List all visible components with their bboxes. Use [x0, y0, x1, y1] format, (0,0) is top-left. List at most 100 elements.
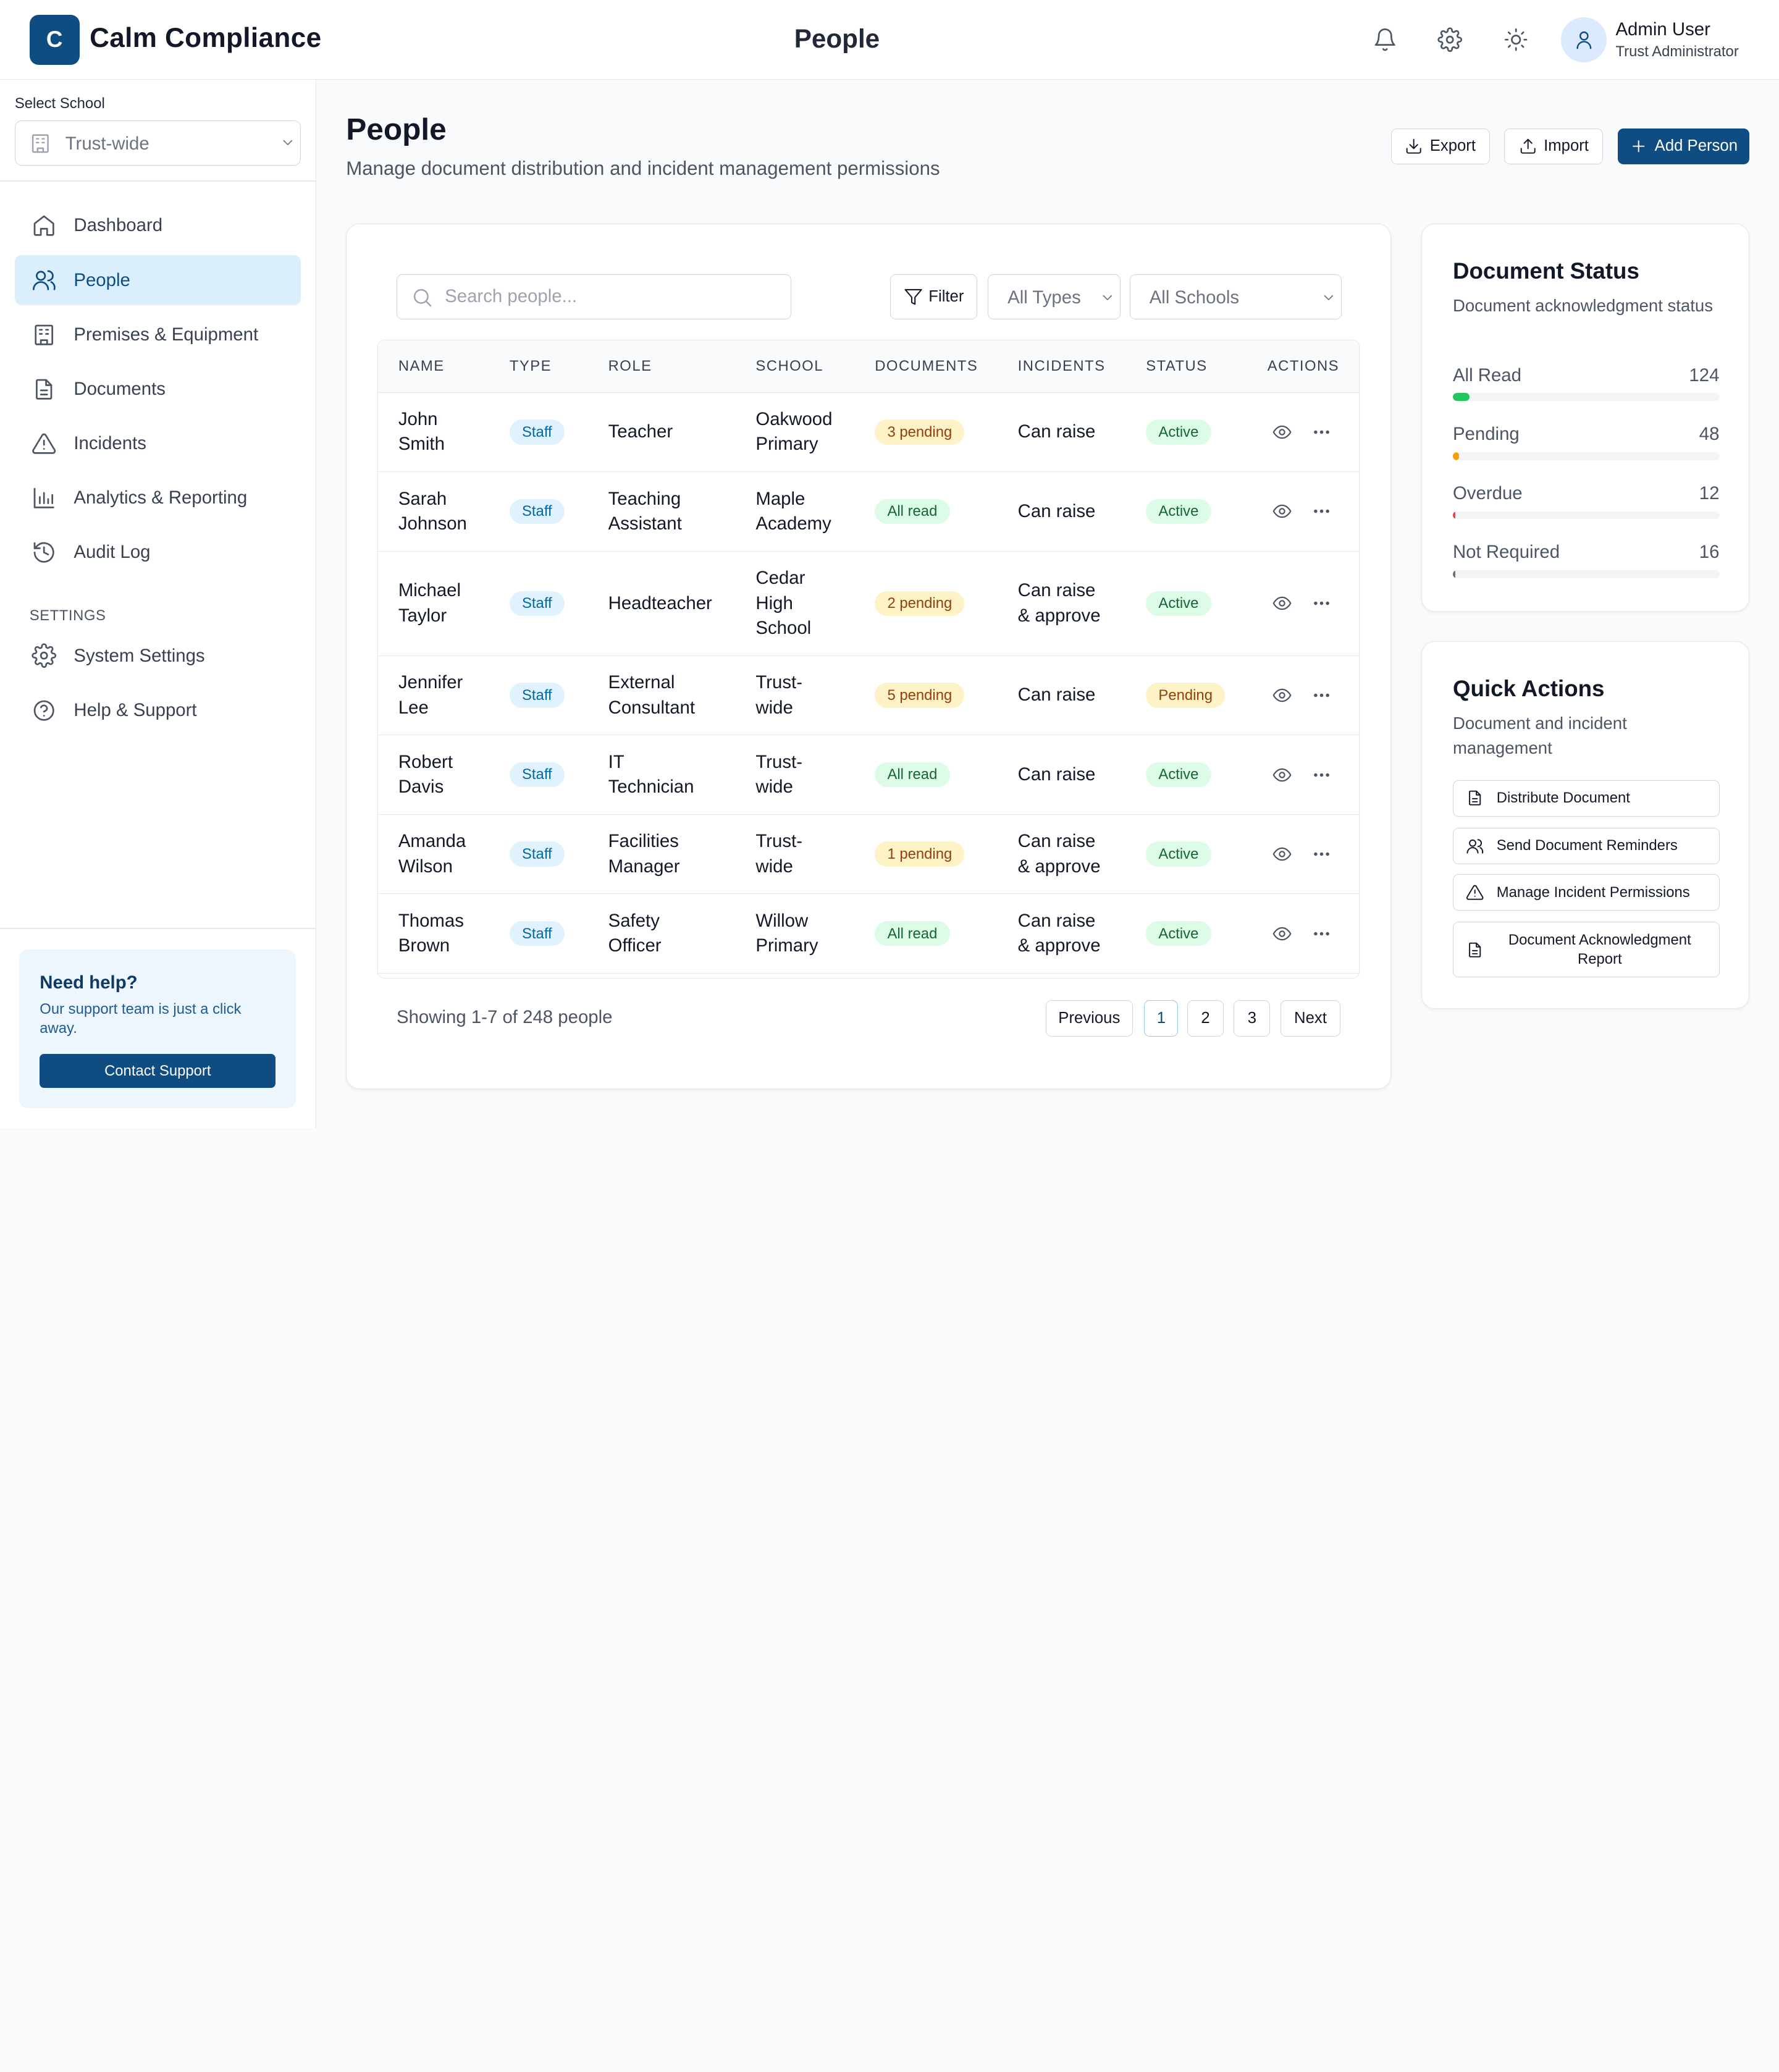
incident-permission: Can raise	[1018, 656, 1096, 735]
quick-actions-subtitle: Document and incident management	[1452, 713, 1627, 758]
type-filter-value: All Types	[1007, 287, 1081, 308]
gear-icon[interactable]	[1435, 25, 1465, 54]
incident-permission: Can raise	[1018, 735, 1096, 814]
eye-icon[interactable]	[1272, 735, 1292, 814]
more-options-icon[interactable]	[1311, 393, 1332, 472]
more-options-icon[interactable]	[1311, 472, 1332, 551]
page-2-button[interactable]: 2	[1187, 1000, 1224, 1037]
person-name-line: Amanda	[398, 831, 466, 852]
eye-icon[interactable]	[1272, 393, 1292, 472]
status-badge-cell: Active	[1146, 552, 1211, 655]
incident-permission-line: & approve	[1017, 605, 1101, 626]
type-badge: Staff	[509, 921, 565, 946]
table-row[interactable]: John Smith Staff Teacher Oakwood Primary 3 pen…	[377, 393, 1360, 473]
sidebar-item-system-settings[interactable]: System Settings	[15, 631, 301, 681]
type-badge: Staff	[509, 591, 565, 616]
sidebar-item-audit-log[interactable]: Audit Log	[15, 528, 301, 578]
table-row[interactable]: Jennifer Lee Staff External Consultant Trust-…	[377, 656, 1360, 736]
person-role-line: Teaching	[608, 488, 681, 509]
sidebar-item-people[interactable]: People	[14, 255, 301, 306]
column-header-school[interactable]: SCHOOL	[755, 340, 823, 392]
document-icon	[1453, 789, 1497, 807]
user-name[interactable]: Admin User	[1615, 19, 1710, 40]
column-header-incidents[interactable]: INCIDENTS	[1018, 340, 1106, 392]
eye-icon[interactable]	[1272, 656, 1292, 735]
manage-incident-permissions-button[interactable]: Manage Incident Permissions	[1452, 874, 1720, 911]
distribute-document-button[interactable]: Distribute Document	[1452, 780, 1720, 817]
column-header-role[interactable]: ROLE	[608, 340, 652, 392]
sidebar-item-label: Dashboard	[74, 215, 163, 236]
quick-actions-card: Quick Actions Document and incident mana…	[1421, 641, 1750, 1009]
column-header-name[interactable]: NAME	[398, 340, 445, 392]
previous-page-button[interactable]: Previous	[1045, 1000, 1133, 1037]
filter-icon	[904, 288, 922, 305]
progress-fill	[1452, 570, 1455, 578]
contact-support-button[interactable]: Contact Support	[40, 1054, 276, 1089]
person-name: Thomas Brown	[398, 894, 464, 973]
person-role-line: Safety	[608, 910, 660, 931]
add-person-button[interactable]: Add Person	[1618, 128, 1750, 165]
person-school-line: Oakwood	[755, 409, 833, 430]
export-button[interactable]: Export	[1390, 128, 1490, 165]
import-button[interactable]: Import	[1504, 128, 1604, 165]
more-options-icon[interactable]	[1311, 815, 1332, 894]
table-row[interactable]: Sarah Johnson Staff Teaching Assistant Maple A…	[377, 472, 1360, 552]
person-role: Teaching Assistant	[608, 472, 682, 551]
person-school-line: wide	[755, 777, 793, 798]
sidebar-item-premises[interactable]: Premises & Equipment	[15, 310, 301, 360]
sidebar-item-incidents[interactable]: Incidents	[15, 419, 301, 469]
bell-icon[interactable]	[1371, 25, 1400, 54]
send-reminders-button[interactable]: Send Document Reminders	[1452, 827, 1720, 864]
type-badge-cell: Staff	[509, 552, 565, 655]
chevron-down-icon	[280, 135, 296, 156]
filter-button[interactable]: Filter	[890, 274, 978, 320]
more-options-icon[interactable]	[1311, 656, 1332, 735]
more-options-icon[interactable]	[1311, 735, 1332, 814]
page-3-button[interactable]: 3	[1234, 1000, 1271, 1037]
type-badge-cell: Staff	[509, 735, 565, 814]
column-header-type[interactable]: TYPE	[510, 340, 552, 392]
search-input[interactable]	[445, 284, 774, 309]
next-page-button[interactable]: Next	[1280, 1000, 1341, 1037]
documents-badge: 5 pending	[875, 683, 965, 708]
school-filter-select[interactable]: All Schools	[1129, 274, 1342, 320]
eye-icon[interactable]	[1272, 894, 1292, 973]
type-badge-cell: Staff	[509, 894, 565, 973]
sidebar-item-analytics[interactable]: Analytics & Reporting	[15, 473, 301, 523]
table-row[interactable]: Thomas Brown Staff Safety Officer Willow Prima…	[377, 894, 1360, 974]
sidebar-item-dashboard[interactable]: Dashboard	[15, 201, 301, 251]
sidebar-item-help-support[interactable]: Help & Support	[15, 685, 301, 735]
sidebar-item-documents[interactable]: Documents	[15, 364, 301, 415]
more-options-icon[interactable]	[1311, 552, 1332, 655]
column-header-status[interactable]: STATUS	[1146, 340, 1207, 392]
incident-permission-line: & approve	[1017, 856, 1101, 877]
acknowledgment-report-button[interactable]: Document Acknowledgment Report	[1452, 922, 1720, 978]
person-name: Michael Taylor	[398, 552, 461, 655]
eye-icon[interactable]	[1272, 552, 1292, 655]
search-box[interactable]	[397, 274, 792, 320]
people-card: Filter All Types All Schools NAME TYPE R…	[346, 223, 1391, 1090]
page-1-button[interactable]: 1	[1144, 1000, 1179, 1037]
document-status-card: Document Status Document acknowledgment …	[1421, 223, 1750, 612]
avatar[interactable]	[1561, 17, 1607, 62]
person-name-line: Robert	[398, 751, 453, 772]
table-row[interactable]: Robert Davis Staff IT Technician Trust-wide Al…	[377, 735, 1360, 815]
sun-icon[interactable]	[1501, 25, 1531, 54]
app-name[interactable]: Calm Compliance	[90, 23, 321, 54]
table-row[interactable]: Michael Taylor Staff Headteacher Cedar High Sc…	[377, 552, 1360, 656]
column-header-documents[interactable]: DOCUMENTS	[875, 340, 978, 392]
documents-badge-cell: All read	[875, 735, 950, 814]
sidebar-item-label: Analytics & Reporting	[74, 487, 248, 508]
more-options-icon[interactable]	[1311, 894, 1332, 973]
person-role: Facilities Manager	[608, 815, 680, 894]
progress-track	[1452, 570, 1720, 578]
app-logo[interactable]: C	[29, 14, 80, 65]
eye-icon[interactable]	[1272, 815, 1292, 894]
table-header: NAME TYPE ROLE SCHOOL DOCUMENTS INCIDENT…	[377, 340, 1360, 393]
eye-icon[interactable]	[1272, 472, 1292, 551]
person-school: Oakwood Primary	[755, 393, 832, 472]
school-select[interactable]: Trust-wide	[14, 120, 301, 166]
type-filter-select[interactable]: All Types	[987, 274, 1121, 320]
table-row[interactable]: Amanda Wilson Staff Facilities Manager Trust-…	[377, 815, 1360, 895]
people-table: NAME TYPE ROLE SCHOOL DOCUMENTS INCIDENT…	[377, 340, 1360, 979]
